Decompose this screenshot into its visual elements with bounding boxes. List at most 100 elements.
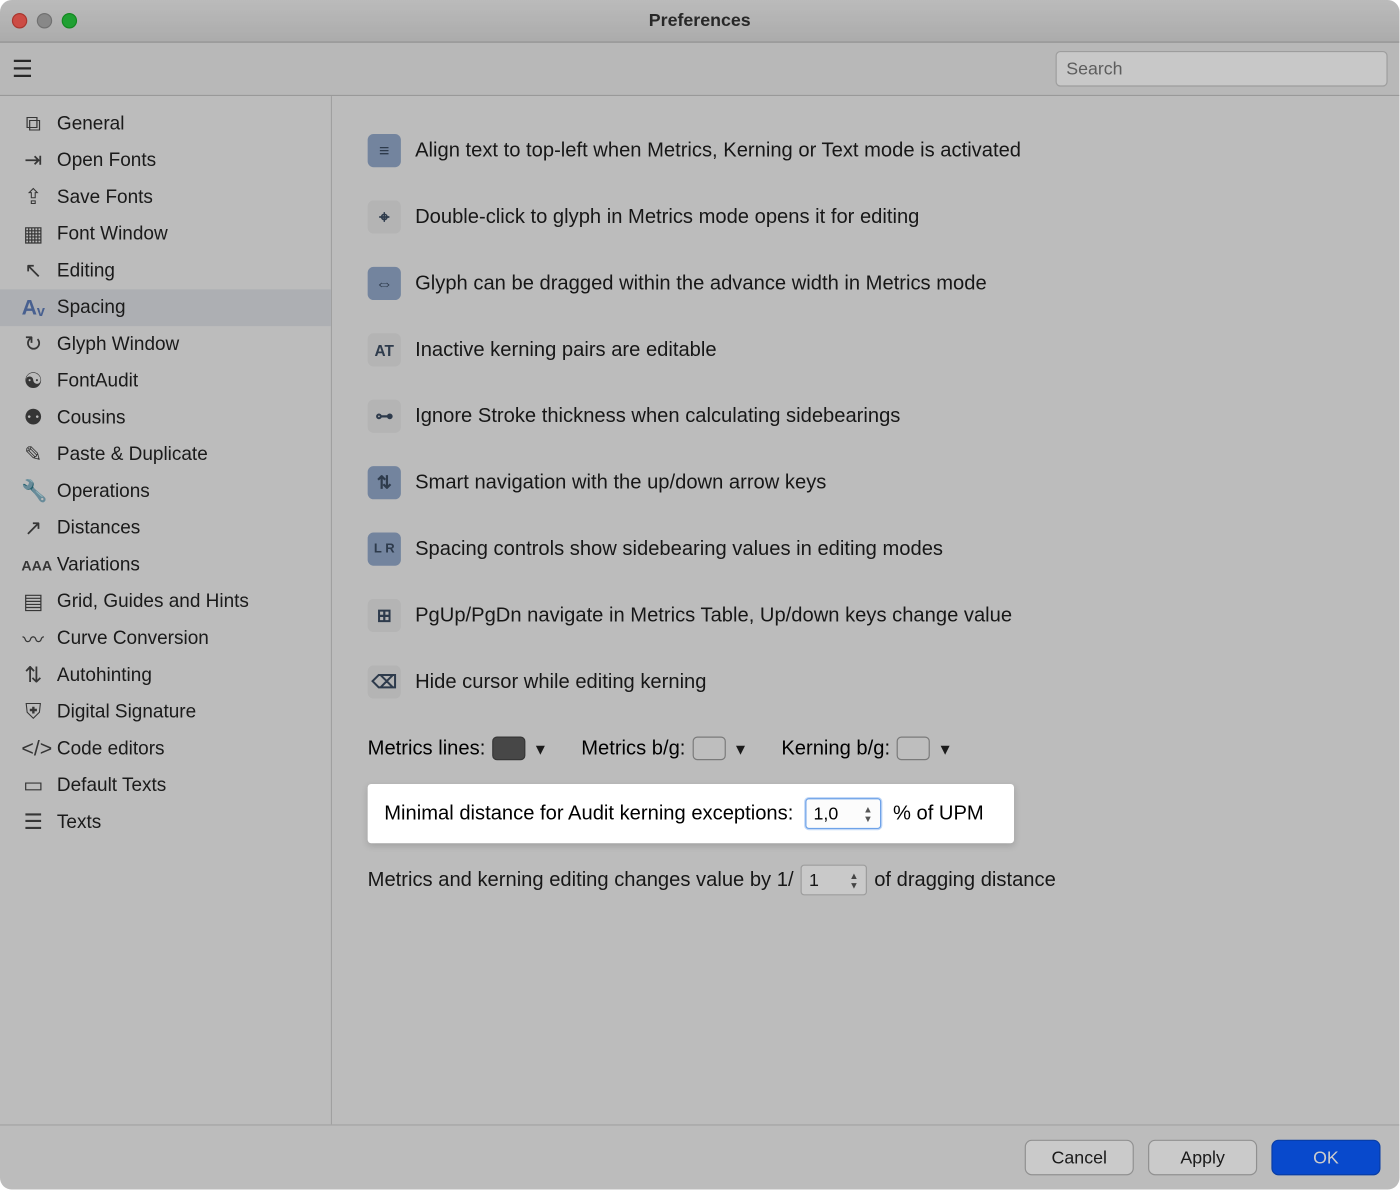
option-drag-advance[interactable]: ⇔ Glyph can be dragged within the advanc… xyxy=(368,255,1364,312)
sidebar-item-label: Save Fonts xyxy=(57,187,153,208)
shield-icon: ⛨ xyxy=(21,700,45,725)
lr-values-icon: L R xyxy=(368,533,401,566)
variations-icon: AAA xyxy=(21,557,45,574)
apply-button[interactable]: Apply xyxy=(1148,1140,1257,1176)
step-up-icon: ▲ xyxy=(849,871,863,879)
font-window-icon: ▦ xyxy=(21,222,45,247)
sidebar-item-font-window[interactable]: ▦Font Window xyxy=(0,216,331,253)
metrics-bg-label: Metrics b/g: xyxy=(581,737,685,761)
pgupdn-icon: ⊞ xyxy=(368,599,401,632)
sidebar-item-variations[interactable]: AAAVariations xyxy=(0,547,331,584)
kerning-bg-label: Kerning b/g: xyxy=(781,737,890,761)
general-icon: ⧉ xyxy=(21,111,45,136)
arrows-updown-icon: ⇅ xyxy=(368,466,401,499)
sidebar-item-open-fonts[interactable]: ⇥Open Fonts xyxy=(0,142,331,179)
drag-width-icon: ⇔ xyxy=(368,267,401,300)
sidebar-item-distances[interactable]: ↗ Distances xyxy=(0,510,331,547)
sidebar-item-autohinting[interactable]: ⇅ Autohinting xyxy=(0,657,331,694)
cancel-button[interactable]: Cancel xyxy=(1025,1140,1134,1176)
sidebar-item-glyph-window[interactable]: ↻Glyph Window xyxy=(0,326,331,363)
main-panel: ≡ Align text to top-left when Metrics, K… xyxy=(332,96,1399,1124)
option-pgup-pgdn[interactable]: ⊞ PgUp/PgDn navigate in Metrics Table, U… xyxy=(368,587,1364,644)
audit-distance-value: 1,0 xyxy=(813,804,838,824)
option-label: Align text to top-left when Metrics, Ker… xyxy=(415,139,1021,163)
autohinting-icon: ⇅ xyxy=(21,663,45,688)
audit-distance-input[interactable]: 1,0 ▲▼ xyxy=(805,798,881,829)
option-label: Double-click to glyph in Metrics mode op… xyxy=(415,205,919,229)
sidebar-item-code-editors[interactable]: </>Code editors xyxy=(0,731,331,768)
search-input[interactable] xyxy=(1066,59,1377,79)
sidebar-item-label: Digital Signature xyxy=(57,702,196,723)
metrics-lines-swatch[interactable] xyxy=(492,737,525,761)
titlebar: Preferences xyxy=(0,0,1399,43)
sidebar-item-label: Editing xyxy=(57,260,115,281)
sidebar-item-default-texts[interactable]: ▭ Default Texts xyxy=(0,767,331,804)
option-label: Hide cursor while editing kerning xyxy=(415,670,706,694)
sidebar-item-operations[interactable]: 🔧Operations xyxy=(0,473,331,510)
step-down-icon: ▼ xyxy=(849,881,863,889)
sidebar-item-label: Spacing xyxy=(57,297,126,318)
drag-label-pre: Metrics and kerning editing changes valu… xyxy=(368,868,794,892)
sidebar-item-label: Paste & Duplicate xyxy=(57,444,208,465)
grid-icon: ▤ xyxy=(21,589,45,614)
sidebar-item-editing[interactable]: ↖Editing xyxy=(0,253,331,290)
sidebar-item-label: General xyxy=(57,113,125,134)
option-label: PgUp/PgDn navigate in Metrics Table, Up/… xyxy=(415,604,1012,628)
option-align-text[interactable]: ≡ Align text to top-left when Metrics, K… xyxy=(368,122,1364,179)
sidebar-item-label: Cousins xyxy=(57,407,126,428)
search-input-container[interactable] xyxy=(1056,51,1388,87)
dropdown-icon[interactable]: ▼ xyxy=(938,739,953,757)
sidebar-item-label: Code editors xyxy=(57,738,165,759)
ok-button[interactable]: OK xyxy=(1271,1140,1380,1176)
sidebar-item-label: Texts xyxy=(57,812,101,833)
dropdown-icon[interactable]: ▼ xyxy=(533,739,548,757)
option-label: Smart navigation with the up/down arrow … xyxy=(415,471,826,495)
option-hide-cursor[interactable]: ⌫ Hide cursor while editing kerning xyxy=(368,653,1364,710)
sidebar-item-fontaudit[interactable]: ☯FontAudit xyxy=(0,363,331,400)
sidebar-item-save-fonts[interactable]: ⇪Save Fonts xyxy=(0,179,331,216)
sidebar-item-label: Default Texts xyxy=(57,775,166,796)
hide-cursor-icon: ⌫ xyxy=(368,665,401,698)
at-icon: AT xyxy=(368,333,401,366)
dropdown-icon[interactable]: ▼ xyxy=(733,739,748,757)
stepper[interactable]: ▲▼ xyxy=(863,802,877,826)
distances-icon: ↗ xyxy=(21,516,45,541)
step-down-icon: ▼ xyxy=(863,814,877,822)
window-title: Preferences xyxy=(0,11,1399,31)
sidebar-item-label: Grid, Guides and Hints xyxy=(57,591,249,612)
option-ignore-stroke[interactable]: ⊶ Ignore Stroke thickness when calculati… xyxy=(368,388,1364,445)
drag-ratio-value: 1 xyxy=(809,870,819,890)
sidebar-item-cousins[interactable]: ⚉ Cousins xyxy=(0,400,331,437)
body: ⧉ General ⇥Open Fonts ⇪Save Fonts ▦Font W… xyxy=(0,96,1399,1124)
menu-icon[interactable]: ☰ xyxy=(12,54,33,84)
sidebar-item-label: Autohinting xyxy=(57,665,152,686)
sidebar-item-paste-duplicate[interactable]: ✎ Paste & Duplicate xyxy=(0,436,331,473)
sidebar-item-texts[interactable]: ☰Texts xyxy=(0,804,331,841)
cousins-icon: ⚉ xyxy=(21,406,45,431)
option-doubleclick-glyph[interactable]: ⌖ Double-click to glyph in Metrics mode … xyxy=(368,189,1364,246)
option-label: Glyph can be dragged within the advance … xyxy=(415,272,987,296)
drag-ratio-row: Metrics and kerning editing changes valu… xyxy=(368,865,1364,896)
drag-label-post: of dragging distance xyxy=(874,868,1056,892)
stepper[interactable]: ▲▼ xyxy=(849,868,863,892)
sidebar-item-label: Distances xyxy=(57,518,140,539)
drag-ratio-input[interactable]: 1 ▲▼ xyxy=(801,865,867,896)
kerning-bg-swatch[interactable] xyxy=(897,737,930,761)
cursor-click-icon: ⌖ xyxy=(368,200,401,233)
option-smart-nav[interactable]: ⇅ Smart navigation with the up/down arro… xyxy=(368,454,1364,511)
sidebar-item-label: Open Fonts xyxy=(57,150,156,171)
sidebar-item-general[interactable]: ⧉ General xyxy=(0,106,331,143)
footer: Cancel Apply OK xyxy=(0,1124,1399,1189)
option-label: Ignore Stroke thickness when calculating… xyxy=(415,404,900,428)
sidebar-item-spacing[interactable]: AᵥSpacing xyxy=(0,289,331,326)
fontaudit-icon: ☯ xyxy=(21,369,45,394)
metrics-bg-swatch[interactable] xyxy=(693,737,726,761)
sidebar-item-grid-guides[interactable]: ▤ Grid, Guides and Hints xyxy=(0,584,331,621)
paste-icon: ✎ xyxy=(21,442,45,467)
audit-label-post: % of UPM xyxy=(893,802,984,826)
sidebar-item-digital-signature[interactable]: ⛨ Digital Signature xyxy=(0,694,331,731)
option-inactive-kern[interactable]: AT Inactive kerning pairs are editable xyxy=(368,321,1364,378)
option-show-sidebearing[interactable]: L R Spacing controls show sidebearing va… xyxy=(368,521,1364,578)
default-texts-icon: ▭ xyxy=(21,773,45,798)
sidebar-item-curve-conversion[interactable]: 〰Curve Conversion xyxy=(0,620,331,657)
